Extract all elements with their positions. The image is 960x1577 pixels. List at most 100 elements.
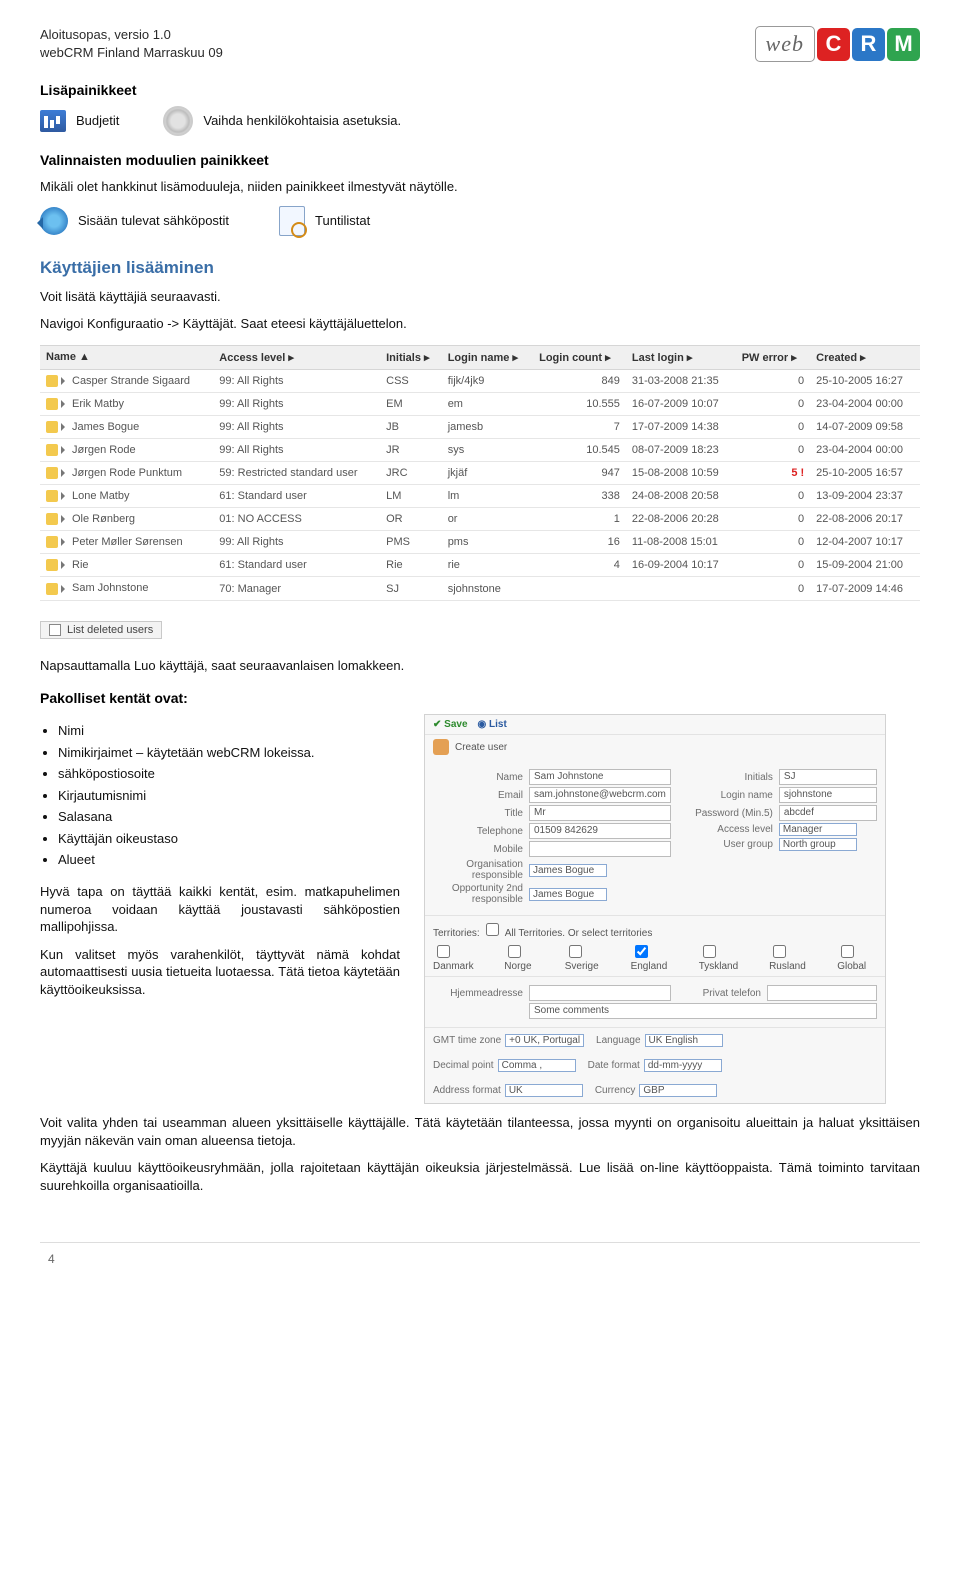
territory-checkbox[interactable] <box>841 945 854 958</box>
territory-checkbox[interactable] <box>703 945 716 958</box>
territory-checkbox[interactable] <box>635 945 648 958</box>
permission-group-note: Käyttäjä kuuluu käyttöoikeusryhmään, jol… <box>40 1159 920 1194</box>
column-header[interactable]: Name ▲ <box>40 345 213 369</box>
person-icon <box>433 739 449 755</box>
mobile-field[interactable] <box>529 841 671 857</box>
email-field[interactable]: sam.johnstone@webcrm.com <box>529 787 671 803</box>
expand-icon[interactable] <box>61 377 69 385</box>
optional-modules-desc: Mikäli olet hankkinut lisämoduuleja, nii… <box>40 178 920 196</box>
table-row[interactable]: Lone Matby61: Standard userLMlm33824-08-… <box>40 485 920 508</box>
expand-icon[interactable] <box>61 446 69 454</box>
edit-icon[interactable] <box>46 375 58 387</box>
table-row[interactable]: Peter Møller Sørensen99: All RightsPMSpm… <box>40 531 920 554</box>
gmt-timezone-select[interactable]: +0 UK, Portugal <box>505 1034 584 1047</box>
hourlist-label: Tuntilistat <box>315 212 370 230</box>
private-phone-field[interactable] <box>767 985 877 1001</box>
list-deleted-users-button[interactable]: List deleted users <box>40 621 162 639</box>
table-row[interactable]: Ole Rønberg01: NO ACCESSORor122-08-2006 … <box>40 508 920 531</box>
hourlist-icon <box>279 206 305 236</box>
edit-icon[interactable] <box>46 398 58 410</box>
click-create-desc: Napsauttamalla Luo käyttäjä, saat seuraa… <box>40 657 920 675</box>
expand-icon[interactable] <box>61 423 69 431</box>
list-item: sähköpostiosoite <box>58 765 400 783</box>
budget-button-row: Budjetit Vaihda henkilökohtaisia asetuks… <box>40 106 920 136</box>
expand-icon[interactable] <box>61 469 69 477</box>
address-format-select[interactable]: UK <box>505 1084 583 1097</box>
inbound-email-label: Sisään tulevat sähköpostit <box>78 212 229 230</box>
edit-icon[interactable] <box>46 583 58 595</box>
territory-options: DanmarkNorgeSverigeEnglandTysklandRuslan… <box>433 942 877 972</box>
save-button[interactable]: ✔ Save <box>433 719 468 730</box>
expand-icon[interactable] <box>61 561 69 569</box>
users-table-wrap: Name ▲Access level ▸Initials ▸Login name… <box>40 345 920 601</box>
edit-icon[interactable] <box>46 490 58 502</box>
all-territories-checkbox[interactable] <box>486 923 499 936</box>
decimal-point-select[interactable]: Comma , <box>498 1059 576 1072</box>
list-button[interactable]: ◉ List <box>478 719 507 730</box>
comments-field[interactable]: Some comments <box>529 1003 877 1019</box>
add-users-nav: Navigoi Konfiguraatio -> Käyttäjät. Saat… <box>40 315 920 333</box>
org-responsible-select[interactable]: James Bogue <box>529 864 607 877</box>
edit-icon[interactable] <box>46 513 58 525</box>
column-header[interactable]: PW error ▸ <box>736 345 810 369</box>
language-select[interactable]: UK English <box>645 1034 723 1047</box>
table-row[interactable]: Sam Johnstone70: ManagerSJsjohnstone017-… <box>40 577 920 600</box>
table-row[interactable]: Erik Matby99: All RightsEMem10.55516-07-… <box>40 392 920 415</box>
telephone-field[interactable]: 01509 842629 <box>529 823 671 839</box>
table-row[interactable]: Jørgen Rode Punktum59: Restricted standa… <box>40 462 920 485</box>
expand-icon[interactable] <box>61 515 69 523</box>
create-user-form: ✔ Save ◉ List Create user NameSam Johnst… <box>424 714 886 1104</box>
expand-icon[interactable] <box>61 492 69 500</box>
territory-checkbox[interactable] <box>437 945 450 958</box>
name-field[interactable]: Sam Johnstone <box>529 769 671 785</box>
home-address-field[interactable] <box>529 985 671 1001</box>
checkbox-icon <box>49 624 61 636</box>
section-additional-buttons-title: Lisäpainikkeet <box>40 82 920 98</box>
gear-icon <box>163 106 193 136</box>
list-item: Salasana <box>58 808 400 826</box>
opp-responsible-select[interactable]: James Bogue <box>529 888 607 901</box>
module-button-row: Sisään tulevat sähköpostit Tuntilistat <box>40 206 920 236</box>
access-level-select[interactable]: Manager <box>779 823 857 836</box>
territory-checkbox[interactable] <box>508 945 521 958</box>
backup-persons-note: Kun valitset myös varahenkilöt, täyttyvä… <box>40 946 400 999</box>
edit-icon[interactable] <box>46 536 58 548</box>
password-field[interactable]: abcdef <box>779 805 877 821</box>
column-header[interactable]: Last login ▸ <box>626 345 736 369</box>
table-row[interactable]: Jørgen Rode99: All RightsJRsys10.54508-0… <box>40 438 920 461</box>
column-header[interactable]: Login name ▸ <box>442 345 533 369</box>
login-name-field[interactable]: sjohnstone <box>779 787 877 803</box>
initials-field[interactable]: SJ <box>779 769 877 785</box>
title-field[interactable]: Mr <box>529 805 671 821</box>
expand-icon[interactable] <box>61 400 69 408</box>
page-header: Aloitusopas, versio 1.0 webCRM Finland M… <box>40 26 920 62</box>
currency-select[interactable]: GBP <box>639 1084 717 1097</box>
expand-icon[interactable] <box>61 585 69 593</box>
territory-checkbox[interactable] <box>569 945 582 958</box>
territory-checkbox[interactable] <box>773 945 786 958</box>
optional-modules-title: Valinnaisten moduulien painikkeet <box>40 152 920 168</box>
column-header[interactable]: Initials ▸ <box>380 345 442 369</box>
users-table: Name ▲Access level ▸Initials ▸Login name… <box>40 345 920 601</box>
table-row[interactable]: James Bogue99: All RightsJBjamesb717-07-… <box>40 415 920 438</box>
page-footer: 4 <box>40 1242 920 1267</box>
column-header[interactable]: Login count ▸ <box>533 345 626 369</box>
page-number: 4 <box>48 1251 55 1267</box>
edit-icon[interactable] <box>46 467 58 479</box>
user-group-select[interactable]: North group <box>779 838 857 851</box>
column-header[interactable]: Access level ▸ <box>213 345 380 369</box>
column-header[interactable]: Created ▸ <box>810 345 920 369</box>
table-row[interactable]: Casper Strande Sigaard99: All RightsCSSf… <box>40 369 920 392</box>
table-row[interactable]: Rie61: Standard userRierie416-09-2004 10… <box>40 554 920 577</box>
list-item: Käyttäjän oikeustaso <box>58 830 400 848</box>
date-format-select[interactable]: dd-mm-yyyy <box>644 1059 722 1072</box>
edit-icon[interactable] <box>46 559 58 571</box>
bar-chart-icon <box>40 110 66 132</box>
list-item: Nimi <box>58 722 400 740</box>
section-add-users-title: Käyttäjien lisääminen <box>40 258 920 278</box>
expand-icon[interactable] <box>61 538 69 546</box>
edit-icon[interactable] <box>46 421 58 433</box>
create-user-heading: Create user <box>455 742 507 753</box>
edit-icon[interactable] <box>46 444 58 456</box>
inbound-email-icon <box>40 207 68 235</box>
